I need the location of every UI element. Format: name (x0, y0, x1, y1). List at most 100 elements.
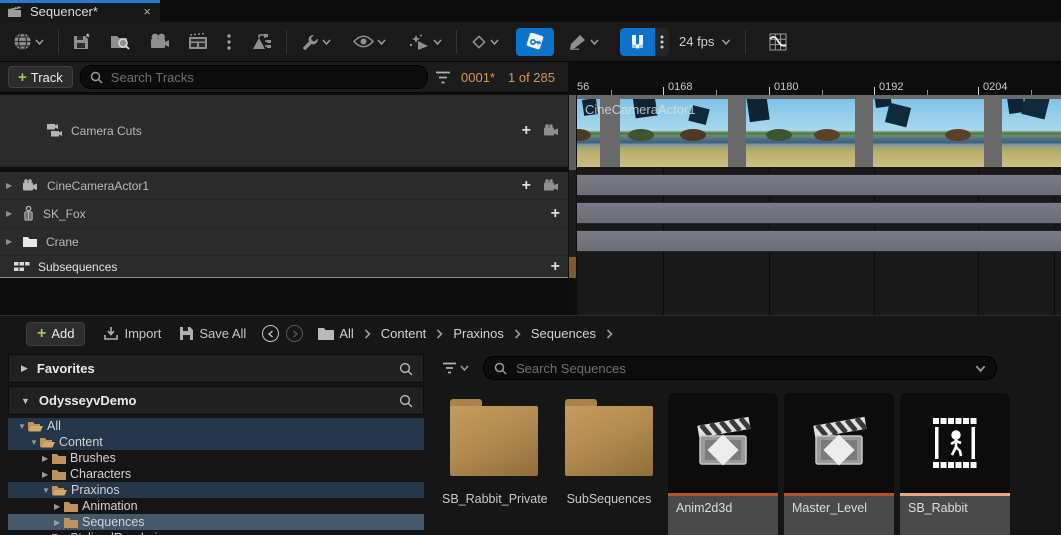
tab-sequencer[interactable]: Sequencer* × (0, 0, 160, 22)
expander-icon[interactable]: ▶ (6, 237, 16, 246)
import-button[interactable]: Import (103, 326, 161, 341)
camera-lock-icon[interactable] (543, 124, 560, 137)
world-dropdown[interactable] (8, 28, 49, 55)
vertical-dots-icon (227, 34, 231, 50)
add-label: Add (51, 326, 74, 341)
breadcrumb-praxinos[interactable]: Praxinos (453, 326, 504, 341)
frame-range-value[interactable]: 1 of 285 (508, 70, 555, 85)
create-camera-button[interactable] (144, 29, 175, 54)
search-icon[interactable] (399, 362, 413, 376)
expander-icon[interactable]: ▶ (54, 518, 63, 527)
playback-wand-icon (408, 33, 430, 51)
back-button[interactable] (262, 325, 279, 342)
timeline-ruler[interactable]: 56 0168 0180 0192 0204 (577, 62, 1061, 95)
asset-folder-sb-rabbit-private[interactable]: SB_Rabbit_Private (442, 398, 546, 506)
save-sequence-button[interactable]: * (68, 29, 97, 55)
tab-close-icon[interactable]: × (143, 4, 151, 19)
curve-editor-button[interactable] (763, 28, 793, 56)
auto-key-toggle[interactable] (516, 28, 554, 56)
render-movie-button[interactable] (183, 29, 215, 55)
track-row-camera-cuts[interactable]: Camera Cuts + (0, 95, 568, 167)
expander-icon[interactable]: ▶ (42, 470, 51, 479)
track-search-input[interactable] (109, 69, 418, 86)
breadcrumb-all[interactable]: All (339, 326, 353, 341)
filmstrip-thumbnail (746, 99, 855, 167)
track-row-sk-fox[interactable]: ▶ SK_Fox + (0, 200, 568, 228)
asset-anim2d3d[interactable]: Anim2d3d (668, 393, 778, 535)
track-filter-icon[interactable] (435, 71, 451, 84)
view-options-dropdown[interactable] (348, 31, 391, 52)
tree-item-stylizedrendering[interactable]: ▶ StylizedRendering (8, 530, 424, 535)
track-row-subsequences[interactable]: Subsequences + (0, 256, 568, 278)
breadcrumb-content[interactable]: Content (381, 326, 427, 341)
edit-mode-dropdown[interactable] (563, 29, 604, 54)
search-icon (494, 362, 507, 375)
scrollbar-thumb[interactable] (569, 95, 576, 170)
asset-search-input[interactable] (514, 360, 975, 377)
actions-dropdown[interactable] (296, 29, 336, 55)
asset-sb-rabbit[interactable]: SB_Rabbit (900, 393, 1010, 535)
saved-search-chevron-icon[interactable] (975, 365, 986, 372)
add-track-button[interactable]: + Track (8, 66, 73, 88)
add-section-button[interactable]: + (551, 206, 560, 222)
section-bar-sk-fox[interactable] (577, 202, 1061, 224)
arrow-left-icon (267, 330, 275, 338)
add-section-button[interactable]: + (522, 178, 531, 194)
playback-options-dropdown[interactable] (403, 29, 447, 55)
track-row-crane[interactable]: ▶ Crane (0, 228, 568, 256)
section-bar-crane[interactable] (577, 230, 1061, 252)
browse-sequence-button[interactable] (105, 29, 136, 55)
ruler-label: 0168 (668, 81, 692, 93)
search-icon[interactable] (399, 394, 413, 408)
track-search-field[interactable] (80, 65, 428, 89)
asset-master-level[interactable]: Master_Level (784, 393, 894, 535)
tree-item-label: Brushes (70, 451, 116, 465)
chevron-right-icon[interactable] (606, 329, 613, 339)
expander-icon[interactable]: ▶ (6, 181, 16, 190)
current-frame-value[interactable]: 0001* (461, 70, 495, 85)
add-section-button[interactable]: + (551, 259, 560, 275)
add-section-button[interactable]: + (522, 123, 531, 139)
section-bar-cinecameraactor1[interactable] (577, 174, 1061, 196)
expander-icon[interactable]: ▼ (18, 422, 27, 431)
tree-item-all[interactable]: ▼ All (8, 418, 424, 434)
favorites-section-header[interactable]: ▶ Favorites (8, 354, 424, 383)
sequencer-vertical-scrollbar[interactable] (569, 95, 576, 278)
import-icon (103, 326, 119, 341)
breadcrumb-sequences[interactable]: Sequences (531, 326, 596, 341)
breadcrumb-folder-icon (317, 327, 335, 341)
track-folder-icon (22, 236, 38, 248)
tree-item-characters[interactable]: ▶ Characters (8, 466, 424, 482)
expander-icon[interactable]: ▶ (6, 209, 16, 218)
filters-dropdown[interactable] (442, 362, 469, 375)
sequencer-options-menu[interactable] (222, 30, 236, 54)
track-row-cinecameraactor1[interactable]: ▶ CineCameraActor1 + (0, 172, 568, 200)
forward-button[interactable] (286, 325, 303, 342)
tree-item-label: Characters (70, 467, 131, 481)
snap-toggle[interactable] (620, 28, 655, 56)
tree-item-sequences[interactable]: ▶ Sequences (8, 514, 424, 530)
expander-icon[interactable]: ▼ (42, 486, 51, 495)
fps-dropdown[interactable]: 24 fps (679, 34, 731, 49)
asset-folder-subsequences[interactable]: SubSequences (557, 398, 661, 506)
tree-item-praxinos[interactable]: ▼ Praxinos (8, 482, 424, 498)
asset-search-field[interactable] (483, 356, 997, 380)
keyframe-options-dropdown[interactable] (466, 30, 504, 54)
project-section-header[interactable]: ▼ OdysseyvDemo (8, 386, 424, 415)
expander-icon[interactable]: ▼ (21, 396, 30, 406)
snap-options-menu[interactable] (655, 28, 669, 56)
add-content-button[interactable]: + Add (26, 322, 85, 346)
expander-icon[interactable]: ▶ (42, 454, 51, 463)
camera-cuts-filmstrip[interactable]: CineCameraActor1 (577, 95, 1061, 167)
world-outliner-button[interactable] (245, 29, 277, 55)
tree-item-content[interactable]: ▼ Content (8, 434, 424, 450)
tree-item-animation[interactable]: ▶ Animation (8, 498, 424, 514)
folder-icon (52, 453, 66, 464)
camera-lock-icon[interactable] (543, 179, 560, 192)
expander-icon[interactable]: ▶ (21, 363, 28, 374)
expander-icon[interactable]: ▶ (54, 502, 63, 511)
big-folder-icon (450, 406, 538, 476)
expander-icon[interactable]: ▼ (30, 438, 39, 447)
save-all-button[interactable]: Save All (179, 326, 246, 341)
tree-item-brushes[interactable]: ▶ Brushes (8, 450, 424, 466)
